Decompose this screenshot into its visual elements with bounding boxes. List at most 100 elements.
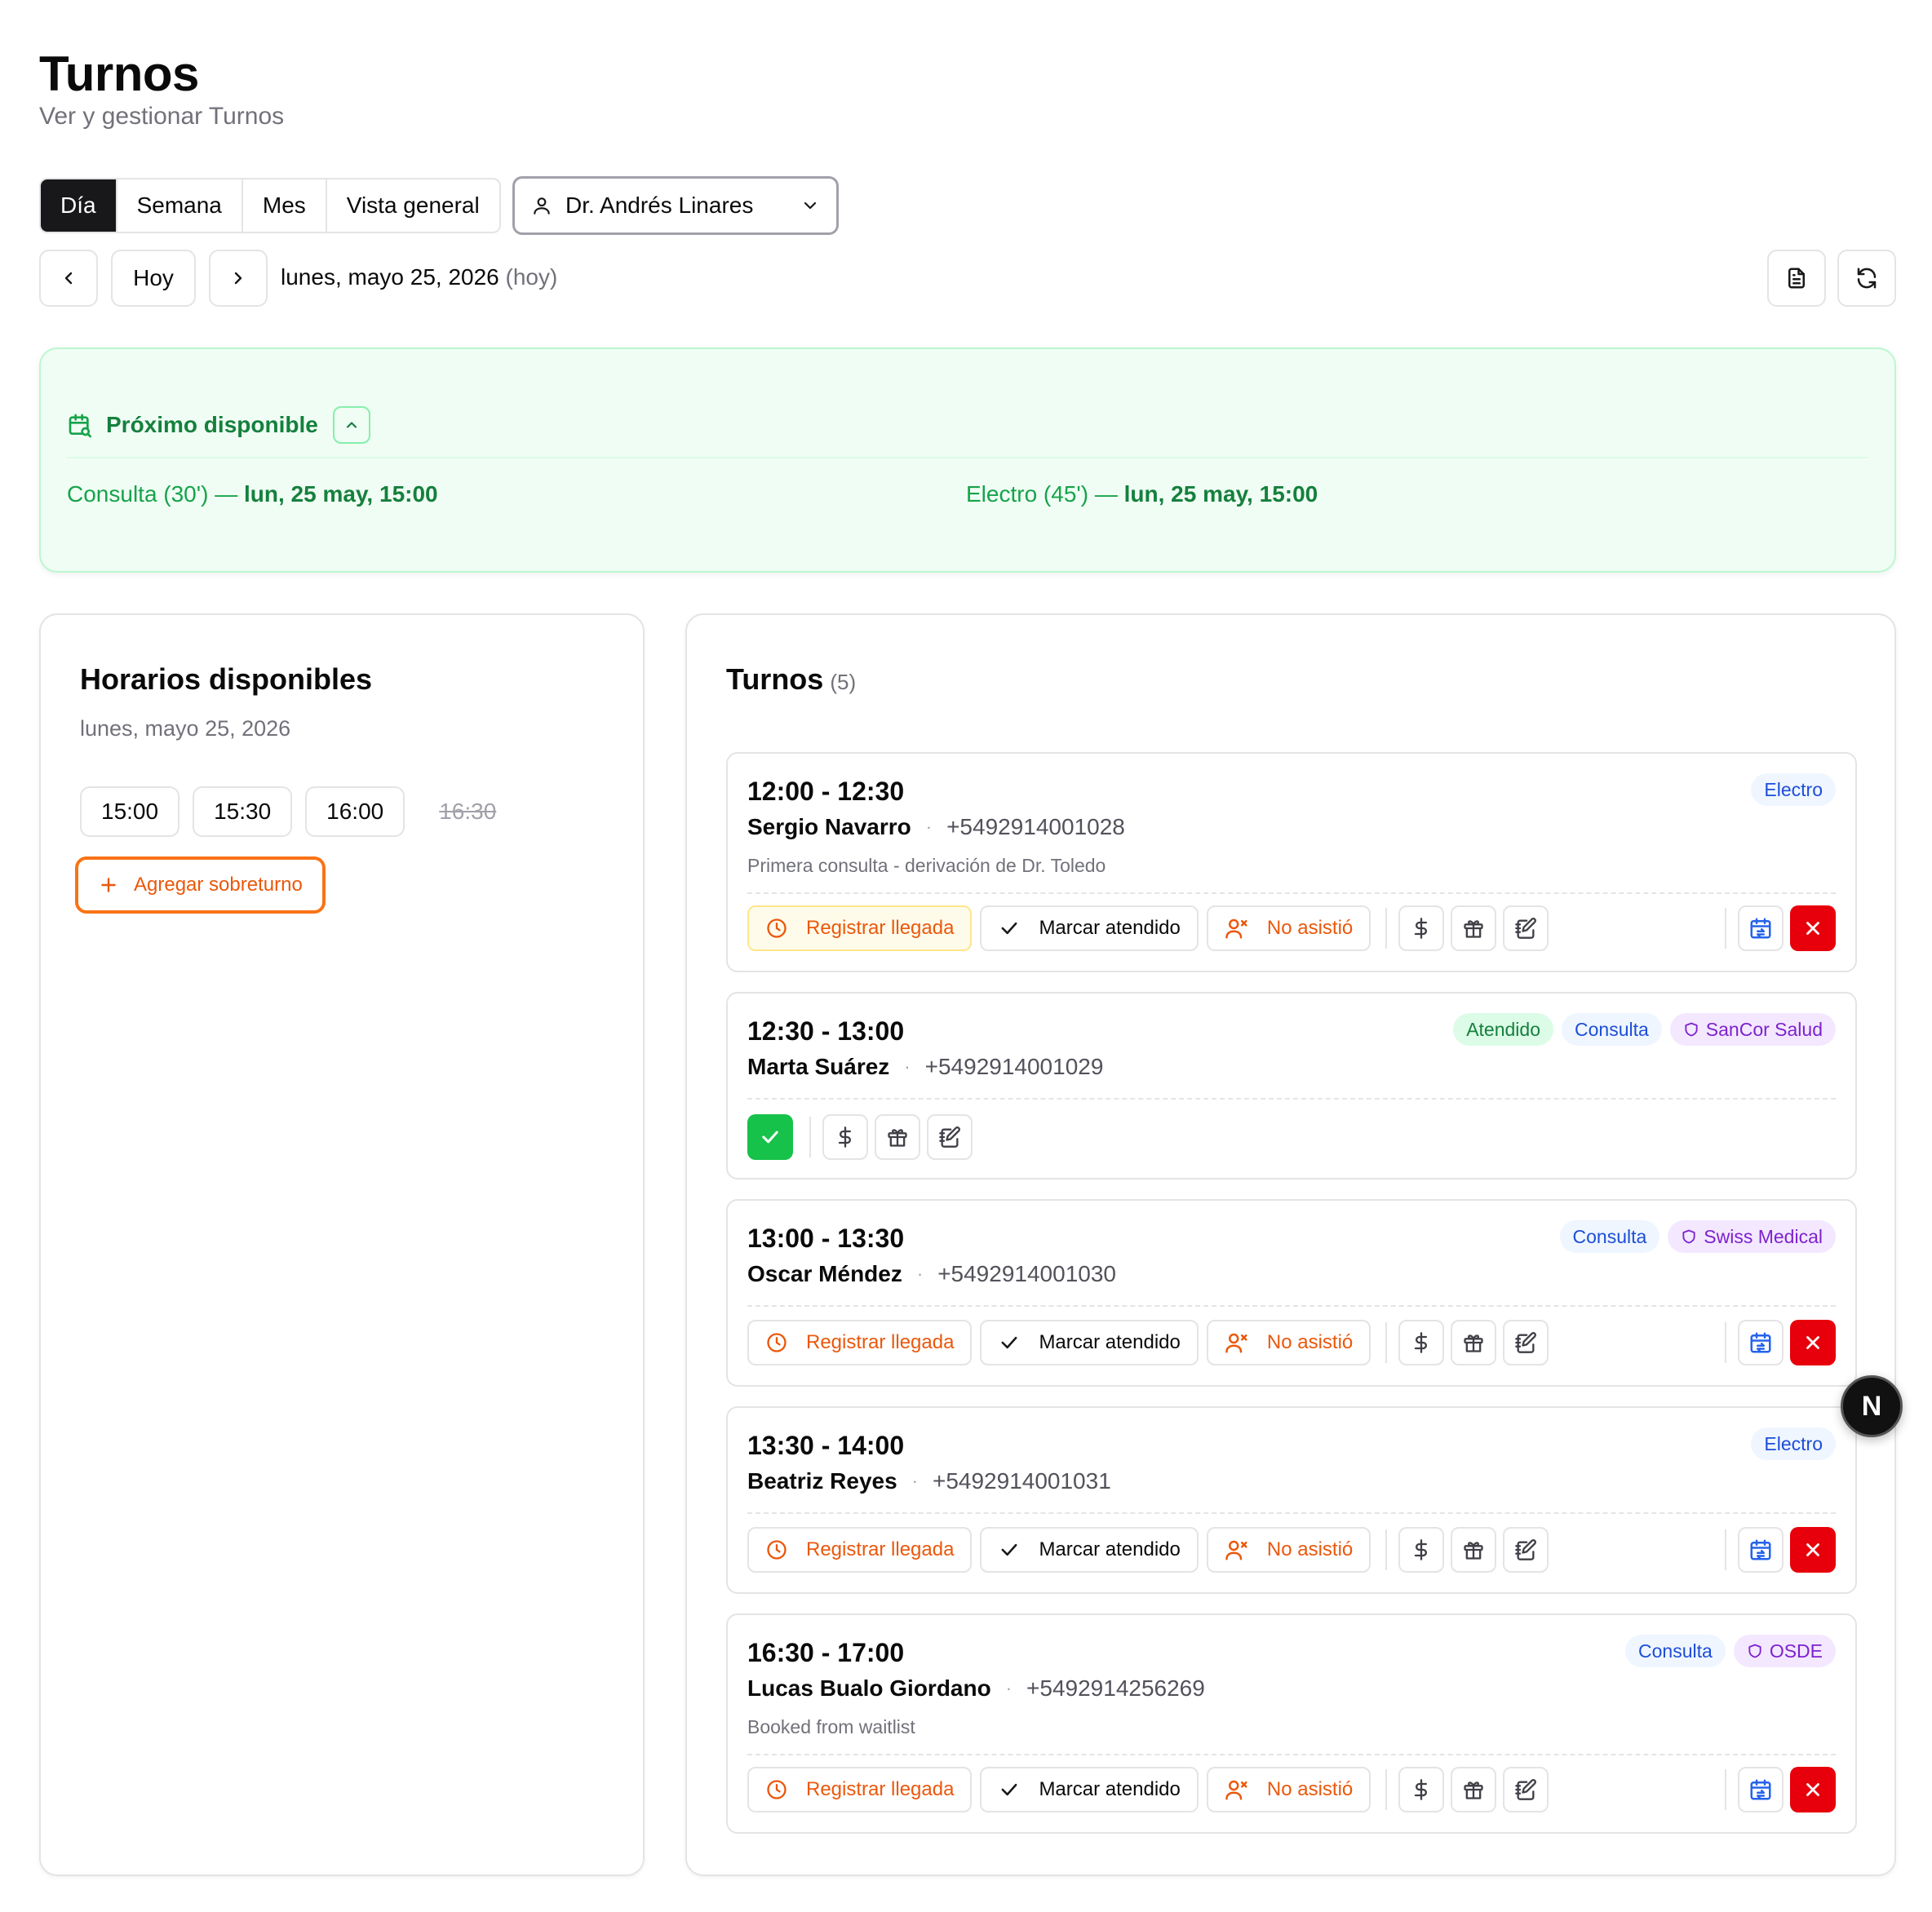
divider <box>747 892 1836 894</box>
tab-week[interactable]: Semana <box>117 179 243 232</box>
mark-attended-button[interactable]: Marcar atendido <box>980 905 1199 951</box>
add-overbook-label: Agregar sobreturno <box>134 874 303 896</box>
appointment-patient: Oscar Méndez · +5492914001030 <box>747 1261 1116 1287</box>
no-show-button[interactable]: No asistió <box>1206 1767 1371 1812</box>
appointment-actions <box>747 1114 1836 1160</box>
today-button[interactable]: Hoy <box>111 250 196 307</box>
appointments-title: Turnos (5) <box>726 662 856 697</box>
type-badge: Consulta <box>1562 1013 1662 1046</box>
floating-dev-badge[interactable]: N <box>1841 1375 1903 1437</box>
slot-button[interactable]: 15:00 <box>80 786 180 837</box>
gift-button[interactable] <box>1451 905 1497 951</box>
refresh-button[interactable] <box>1837 250 1896 307</box>
close-icon <box>1802 1779 1823 1800</box>
mark-attended-button[interactable]: Marcar atendido <box>980 1320 1199 1365</box>
doctor-select[interactable]: Dr. Andrés Linares <box>512 176 839 235</box>
slot-sep: — <box>1094 481 1118 507</box>
no-show-button[interactable]: No asistió <box>1206 1527 1371 1573</box>
clock-icon <box>765 1778 788 1801</box>
tab-overview[interactable]: Vista general <box>327 179 499 232</box>
check-icon <box>998 1538 1021 1561</box>
collapse-button[interactable] <box>332 406 370 444</box>
gift-button[interactable] <box>875 1114 920 1160</box>
gift-button[interactable] <box>1451 1767 1497 1812</box>
gift-icon <box>886 1126 909 1149</box>
no-show-label: No asistió <box>1266 1538 1354 1560</box>
insurance-name: Swiss Medical <box>1704 1225 1823 1247</box>
dollar-icon <box>1410 917 1433 940</box>
register-arrival-label: Registrar llegada <box>806 917 955 939</box>
next-day-button[interactable] <box>209 250 268 307</box>
no-show-label: No asistió <box>1266 917 1354 939</box>
export-button[interactable] <box>1767 250 1826 307</box>
no-show-label: No asistió <box>1266 1778 1354 1800</box>
appointment-time: 12:00 - 12:30 <box>747 777 905 806</box>
gift-button[interactable] <box>1451 1527 1497 1573</box>
reschedule-button[interactable] <box>1738 1767 1784 1812</box>
next-available-consulta[interactable]: Consulta (30') — lun, 25 may, 15:00 <box>67 481 438 507</box>
register-arrival-button[interactable]: Registrar llegada <box>747 1767 973 1812</box>
user-x-icon <box>1225 1777 1249 1802</box>
register-arrival-button[interactable]: Registrar llegada <box>747 1527 973 1573</box>
appointment-time: 13:30 - 14:00 <box>747 1431 905 1460</box>
next-available-electro[interactable]: Electro (45') — lun, 25 may, 15:00 <box>966 481 1318 507</box>
notes-button[interactable] <box>1503 1767 1549 1812</box>
patient-name: Beatriz Reyes <box>747 1468 897 1494</box>
payment-button[interactable] <box>1398 1527 1445 1573</box>
next-available-panel: Próximo disponible Consulta (30') — lun,… <box>39 347 1896 573</box>
cancel-appointment-button[interactable] <box>1790 905 1836 951</box>
payment-button[interactable] <box>1398 905 1445 951</box>
separator-dot: · <box>911 1471 918 1491</box>
gift-icon <box>1462 1538 1485 1561</box>
slot-taken: 16:30 <box>418 786 518 837</box>
type-badge: Electro <box>1751 773 1836 806</box>
notes-button[interactable] <box>1503 1320 1549 1365</box>
tab-month[interactable]: Mes <box>243 179 327 232</box>
notes-button[interactable] <box>1503 1527 1549 1573</box>
mark-attended-button[interactable]: Marcar atendido <box>980 1527 1199 1573</box>
slot-button[interactable]: 15:30 <box>193 786 293 837</box>
close-icon <box>1802 918 1823 939</box>
no-show-button[interactable]: No asistió <box>1206 1320 1371 1365</box>
reschedule-button[interactable] <box>1738 905 1784 951</box>
reschedule-button[interactable] <box>1738 1320 1784 1365</box>
notes-button[interactable] <box>927 1114 973 1160</box>
cancel-appointment-button[interactable] <box>1790 1767 1836 1812</box>
slot-sep: — <box>215 481 238 507</box>
notes-button[interactable] <box>1503 905 1549 951</box>
attended-check-button[interactable] <box>747 1114 793 1160</box>
divider <box>1385 908 1388 949</box>
appointments-count: (5) <box>830 670 857 694</box>
register-arrival-button[interactable]: Registrar llegada <box>747 905 973 951</box>
mark-attended-button[interactable]: Marcar atendido <box>980 1767 1199 1812</box>
close-icon <box>1802 1539 1823 1560</box>
divider <box>809 1117 811 1157</box>
register-arrival-label: Registrar llegada <box>806 1538 955 1560</box>
no-show-button[interactable]: No asistió <box>1206 905 1371 951</box>
appointment-time: 13:00 - 13:30 <box>747 1224 905 1253</box>
cancel-appointment-button[interactable] <box>1790 1320 1836 1365</box>
insurance-badge: OSDE <box>1733 1635 1836 1667</box>
check-icon <box>998 917 1021 940</box>
payment-button[interactable] <box>1398 1767 1445 1812</box>
appointment-patient: Marta Suárez · +5492914001029 <box>747 1054 1103 1080</box>
register-arrival-button[interactable]: Registrar llegada <box>747 1320 973 1365</box>
tab-day[interactable]: Día <box>41 179 117 232</box>
divider <box>747 1512 1836 1514</box>
clock-icon <box>765 1538 788 1561</box>
reschedule-button[interactable] <box>1738 1527 1784 1573</box>
payment-button[interactable] <box>1398 1320 1445 1365</box>
payment-button[interactable] <box>822 1114 868 1160</box>
cancel-appointment-button[interactable] <box>1790 1527 1836 1573</box>
divider <box>67 457 1868 458</box>
notebook-pen-icon <box>938 1126 961 1149</box>
prev-day-button[interactable] <box>39 250 98 307</box>
view-tabs: Día Semana Mes Vista general <box>39 178 501 233</box>
add-overbook-button[interactable]: Agregar sobreturno <box>75 856 326 914</box>
shield-icon <box>1683 1021 1699 1038</box>
chevron-left-icon <box>59 268 78 288</box>
gift-button[interactable] <box>1451 1320 1497 1365</box>
appointment-time: 16:30 - 17:00 <box>747 1638 905 1667</box>
mark-attended-label: Marcar atendido <box>1039 1538 1181 1560</box>
slot-button[interactable]: 16:00 <box>305 786 405 837</box>
